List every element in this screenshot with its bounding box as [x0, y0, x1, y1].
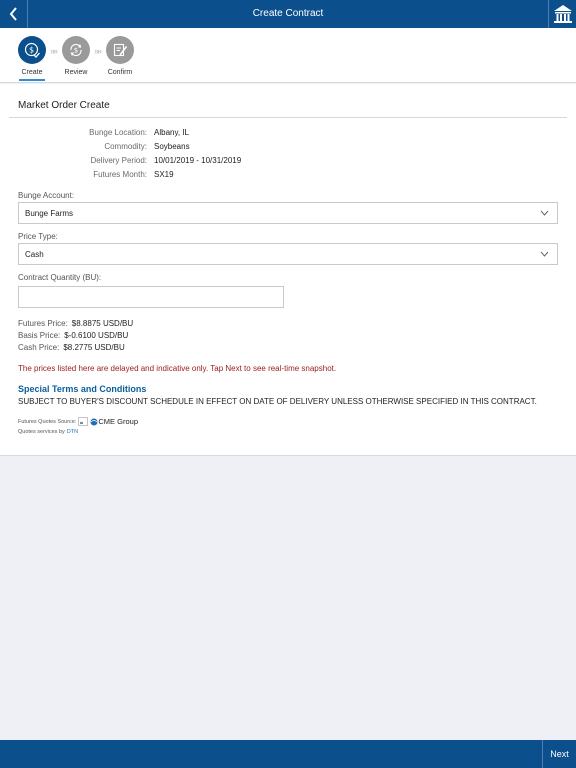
- info-row-futures-month: Futures Month: SX19: [0, 170, 576, 182]
- svg-text:$: $: [29, 46, 34, 55]
- info-value: SX19: [154, 170, 174, 179]
- step-label: Review: [64, 69, 88, 76]
- dtn-link[interactable]: DTN: [67, 429, 78, 435]
- basis-price-label: Basis Price:: [18, 331, 61, 340]
- bottom-bar: Next: [0, 740, 576, 768]
- price-type-select[interactable]: Cash: [18, 243, 558, 265]
- info-label: Commodity:: [104, 142, 147, 151]
- price-disclaimer: The prices listed here are delayed and i…: [18, 364, 337, 373]
- step-label: Create: [21, 69, 43, 76]
- cash-price-line: Cash Price: $8.2775 USD/BU: [18, 343, 125, 352]
- info-label: Futures Month:: [93, 170, 147, 179]
- progress-stepper: $ Create »» $ Review »» Confirm: [0, 28, 576, 83]
- bunge-account-value: Bunge Farms: [25, 208, 74, 218]
- chevron-down-icon: [540, 210, 549, 216]
- active-step-indicator: [19, 79, 45, 81]
- quotes-services-label: Quotes services by: [18, 429, 65, 435]
- dollar-check-icon: $: [24, 42, 40, 58]
- special-terms-title: Special Terms and Conditions: [18, 384, 147, 394]
- cash-price-value: $8.2775 USD/BU: [63, 343, 125, 352]
- bank-building-icon: [553, 5, 572, 23]
- info-row-commodity: Commodity: Soybeans: [0, 142, 576, 154]
- info-label: Delivery Period:: [90, 156, 147, 165]
- contract-quantity-label: Contract Quantity (BU):: [18, 273, 102, 282]
- bunge-account-label: Bunge Account:: [18, 191, 75, 200]
- cme-group-text: CME Group: [98, 417, 138, 426]
- basis-price-value: $-0.6100 USD/BU: [64, 331, 129, 340]
- futures-price-line: Futures Price: $8.8875 USD/BU: [18, 319, 133, 328]
- info-value: Soybeans: [154, 142, 190, 151]
- info-row-delivery-period: Delivery Period: 10/01/2019 - 10/31/2019: [0, 156, 576, 168]
- cme-group-logo: CME Group: [90, 417, 138, 426]
- next-button[interactable]: Next: [542, 740, 576, 768]
- bunge-account-select[interactable]: Bunge Farms: [18, 202, 558, 224]
- step-review[interactable]: $ Review: [56, 36, 96, 76]
- step-create[interactable]: $ Create: [12, 36, 52, 76]
- quotes-source: Futures Quotes Source: CME Group: [18, 417, 138, 426]
- step-create-circle: $: [18, 36, 46, 64]
- document-edit-icon: [113, 43, 128, 57]
- section-title: Market Order Create: [18, 100, 110, 111]
- top-bar: Create Contract: [0, 0, 576, 28]
- section-divider: [9, 117, 567, 118]
- page-title: Create Contract: [252, 8, 324, 19]
- price-type-label: Price Type:: [18, 232, 58, 241]
- home-button[interactable]: [548, 0, 576, 28]
- info-value: Albany, IL: [154, 128, 189, 137]
- price-type-value: Cash: [25, 249, 44, 259]
- svg-text:$: $: [74, 47, 78, 55]
- basis-price-line: Basis Price: $-0.6100 USD/BU: [18, 331, 128, 340]
- step-confirm-circle: [106, 36, 134, 64]
- cme-globe-icon: [90, 418, 98, 425]
- contract-quantity-input[interactable]: [18, 286, 284, 308]
- info-value: 10/01/2019 - 10/31/2019: [154, 156, 242, 165]
- special-terms-text: SUBJECT TO BUYER'S DISCOUNT SCHEDULE IN …: [18, 397, 537, 406]
- cash-price-label: Cash Price:: [18, 343, 60, 352]
- broken-image-icon: [78, 417, 89, 426]
- step-confirm[interactable]: Confirm: [100, 36, 140, 76]
- quotes-services: Quotes services by DTN: [18, 429, 78, 435]
- info-row-location: Bunge Location: Albany, IL: [0, 128, 576, 140]
- futures-price-value: $8.8875 USD/BU: [71, 319, 134, 328]
- futures-price-label: Futures Price:: [18, 319, 68, 328]
- quotes-source-label: Futures Quotes Source:: [18, 418, 77, 425]
- dollar-refresh-icon: $: [70, 43, 82, 57]
- info-label: Bunge Location:: [89, 128, 147, 137]
- step-review-circle: $: [62, 36, 90, 64]
- step-label: Confirm: [107, 69, 133, 76]
- chevron-down-icon: [540, 251, 549, 257]
- market-order-form: Market Order Create Bunge Location: Alba…: [0, 84, 576, 456]
